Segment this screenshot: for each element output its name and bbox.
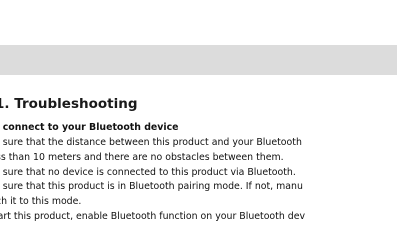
issue-line: ch it to this mode. — [0, 196, 82, 207]
issue-line: tart this product, enable Bluetooth func… — [0, 211, 306, 222]
issue-line: e sure that no device is connected to th… — [0, 167, 296, 178]
troubleshooting-content: t connect to your Bluetooth device e sur… — [0, 117, 397, 251]
issue-line: ss than 10 meters and there are no obsta… — [0, 152, 284, 163]
issue-line: e sure that the distance between this pr… — [0, 137, 302, 148]
issue-line: e sure that this product is in Bluetooth… — [0, 181, 303, 192]
issue-title: t connect to your Bluetooth device — [0, 122, 179, 133]
section-heading-band: 1. Troubleshooting — [0, 45, 397, 112]
section-heading: 1. Troubleshooting — [0, 96, 138, 112]
